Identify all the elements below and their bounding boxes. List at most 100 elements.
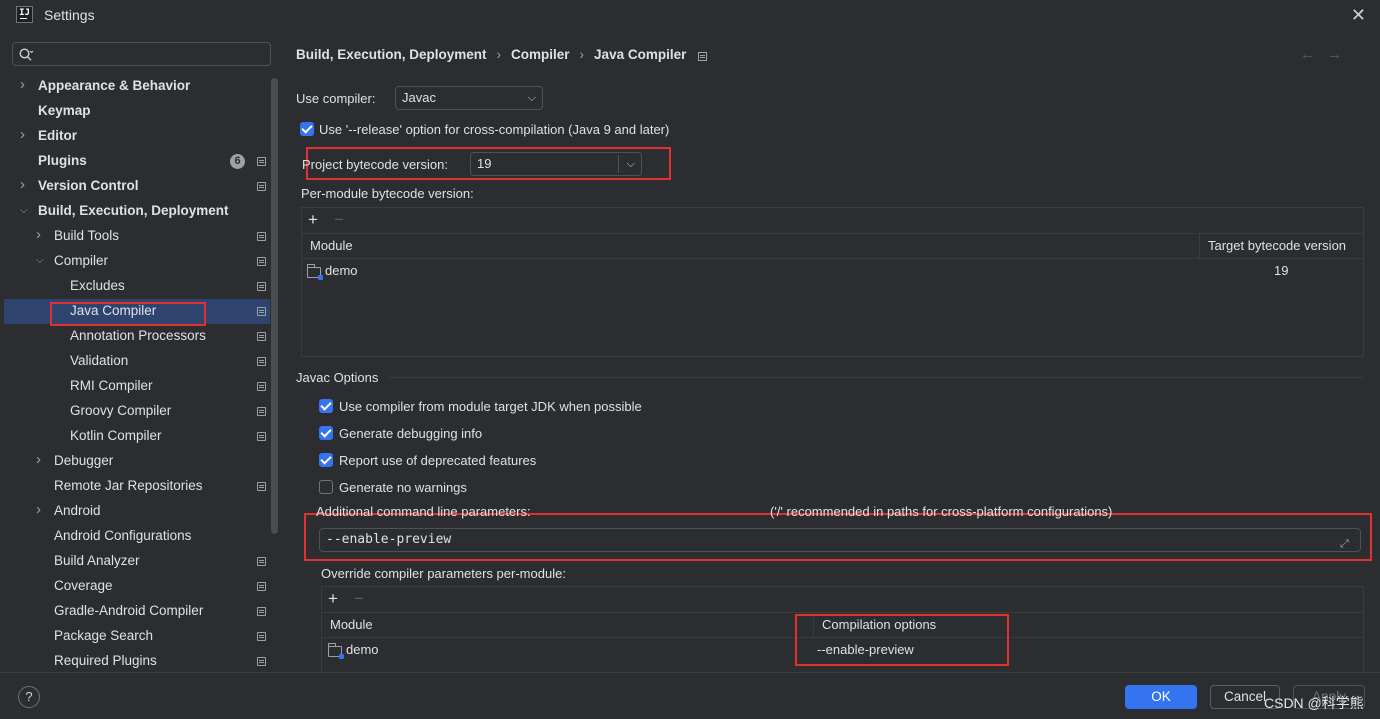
sidebar-item-compiler[interactable]: ⌵ Compiler: [4, 249, 270, 274]
project-level-icon: [257, 182, 266, 191]
sidebar-item-label: Compiler: [54, 253, 109, 268]
ok-button[interactable]: OK: [1125, 685, 1197, 709]
column-header-module[interactable]: Module: [322, 613, 373, 637]
sidebar-item-annotation-processors[interactable]: Annotation Processors: [4, 324, 270, 349]
sidebar-scrollbar[interactable]: [271, 78, 278, 534]
bytecode-version-label: Project bytecode version:: [302, 157, 448, 172]
bytecode-version-value: 19: [477, 156, 492, 171]
sidebar-item-groovy-compiler[interactable]: Groovy Compiler: [4, 399, 270, 424]
help-icon[interactable]: ?: [18, 686, 40, 708]
window-title: Settings: [44, 7, 95, 23]
close-icon[interactable]: ✕: [1351, 5, 1366, 26]
sidebar-item-label: Package Search: [54, 628, 154, 643]
sidebar-item-label: Coverage: [54, 578, 113, 593]
watermark: CSDN @科学熊: [1264, 695, 1364, 711]
chevron-down-icon: ⌵: [527, 92, 536, 104]
breadcrumb: Build, Execution, Deployment › Compiler …: [296, 47, 708, 62]
release-option-label: Use '--release' option for cross-compila…: [319, 122, 670, 137]
sidebar-item-excludes[interactable]: Excludes: [4, 274, 270, 299]
table-toolbar: + −: [322, 587, 1363, 613]
breadcrumb-separator-icon: ›: [496, 47, 502, 62]
sidebar-item-kotlin-compiler[interactable]: Kotlin Compiler: [4, 424, 270, 449]
sidebar-item-plugins[interactable]: Plugins 6: [4, 149, 270, 174]
sidebar-item-remote-jar-repositories[interactable]: Remote Jar Repositories: [4, 474, 270, 499]
module-bytecode-table: + − Module Target bytecode version demo …: [301, 207, 1364, 357]
sidebar-item-build-execution-deployment[interactable]: ⌵ Build, Execution, Deployment: [4, 199, 270, 224]
chevron-right-icon[interactable]: ›: [36, 451, 46, 468]
sidebar-item-package-search[interactable]: Package Search: [4, 624, 270, 649]
column-header-module[interactable]: Module: [302, 234, 353, 258]
page-icon: [698, 52, 708, 61]
project-level-icon: [257, 357, 266, 366]
project-level-icon: [257, 232, 266, 241]
back-arrow-icon[interactable]: ←: [1300, 46, 1327, 63]
sidebar-item-build-analyzer[interactable]: Build Analyzer: [4, 549, 270, 574]
sidebar-item-validation[interactable]: Validation: [4, 349, 270, 374]
additional-params-input[interactable]: --enable-preview ⤢: [319, 528, 1361, 552]
breadcrumb-item[interactable]: Build, Execution, Deployment: [296, 47, 487, 62]
sidebar-item-keymap[interactable]: Keymap: [4, 99, 270, 124]
expand-icon[interactable]: ⤢: [1340, 533, 1354, 550]
debug-info-checkbox[interactable]: [319, 426, 333, 440]
add-icon[interactable]: +: [328, 589, 338, 609]
chevron-down-icon[interactable]: ⌵: [36, 255, 46, 266]
sidebar-item-label: Groovy Compiler: [70, 403, 172, 418]
deprecated-checkbox[interactable]: [319, 453, 333, 467]
breadcrumb-item: Java Compiler: [594, 47, 687, 62]
chevron-right-icon[interactable]: ›: [20, 76, 30, 93]
deprecated-label: Report use of deprecated features: [339, 453, 537, 468]
settings-search-input[interactable]: [12, 42, 271, 66]
project-level-icon: [257, 557, 266, 566]
project-level-icon: [257, 657, 266, 666]
sidebar-item-label: Required Plugins: [54, 653, 157, 668]
sidebar-item-label: Gradle-Android Compiler: [54, 603, 204, 618]
column-header-target[interactable]: Target bytecode version: [1200, 234, 1346, 258]
chevron-right-icon[interactable]: ›: [20, 126, 30, 143]
bytecode-version-select[interactable]: 19 ⌵: [470, 152, 642, 176]
intellij-logo-icon: IJ: [16, 6, 33, 23]
sidebar-item-gradle-android-compiler[interactable]: Gradle-Android Compiler: [4, 599, 270, 624]
sidebar-item-coverage[interactable]: Coverage: [4, 574, 270, 599]
sidebar-item-version-control[interactable]: › Version Control: [4, 174, 270, 199]
add-icon[interactable]: +: [308, 210, 318, 230]
per-module-label: Per-module bytecode version:: [301, 186, 474, 201]
use-compiler-label: Use compiler:: [296, 91, 376, 106]
sidebar-item-android[interactable]: › Android: [4, 499, 270, 524]
remove-icon[interactable]: −: [354, 589, 364, 609]
chevron-down-icon[interactable]: ⌵: [20, 205, 30, 216]
sidebar-item-label: Appearance & Behavior: [38, 78, 191, 93]
sidebar-item-android-configurations[interactable]: Android Configurations: [4, 524, 270, 549]
chevron-right-icon[interactable]: ›: [36, 226, 46, 243]
debug-info-label: Generate debugging info: [339, 426, 483, 441]
highlight-compilation-options: [795, 614, 1009, 666]
update-count-badge: 6: [230, 154, 245, 169]
sidebar-item-label: Keymap: [38, 103, 91, 118]
release-option-checkbox[interactable]: [300, 122, 314, 136]
sidebar-item-editor[interactable]: › Editor: [4, 124, 270, 149]
project-level-icon: [257, 307, 266, 316]
no-warnings-checkbox[interactable]: [319, 480, 333, 494]
chevron-right-icon[interactable]: ›: [36, 501, 46, 518]
sidebar-item-appearance-behavior[interactable]: › Appearance & Behavior: [4, 74, 270, 99]
module-jdk-checkbox[interactable]: [319, 399, 333, 413]
project-level-icon: [257, 382, 266, 391]
sidebar-item-rmi-compiler[interactable]: RMI Compiler: [4, 374, 270, 399]
project-level-icon: [257, 607, 266, 616]
table-toolbar: + −: [302, 208, 1363, 234]
sidebar-item-label: Version Control: [38, 178, 139, 193]
table-row[interactable]: demo 19: [302, 259, 1363, 283]
project-level-icon: [257, 157, 266, 166]
search-icon: [19, 48, 34, 61]
breadcrumb-separator-icon: ›: [579, 47, 585, 62]
use-compiler-select[interactable]: Javac ⌵: [395, 86, 543, 110]
sidebar-item-required-plugins[interactable]: Required Plugins: [4, 649, 270, 674]
sidebar-item-label: Debugger: [54, 453, 114, 468]
sidebar-item-build-tools[interactable]: › Build Tools: [4, 224, 270, 249]
remove-icon[interactable]: −: [334, 210, 344, 230]
forward-arrow-icon[interactable]: →: [1327, 46, 1354, 63]
module-name: demo: [325, 263, 358, 278]
module-jdk-label: Use compiler from module target JDK when…: [339, 399, 642, 414]
breadcrumb-item[interactable]: Compiler: [511, 47, 570, 62]
chevron-right-icon[interactable]: ›: [20, 176, 30, 193]
sidebar-item-debugger[interactable]: › Debugger: [4, 449, 270, 474]
